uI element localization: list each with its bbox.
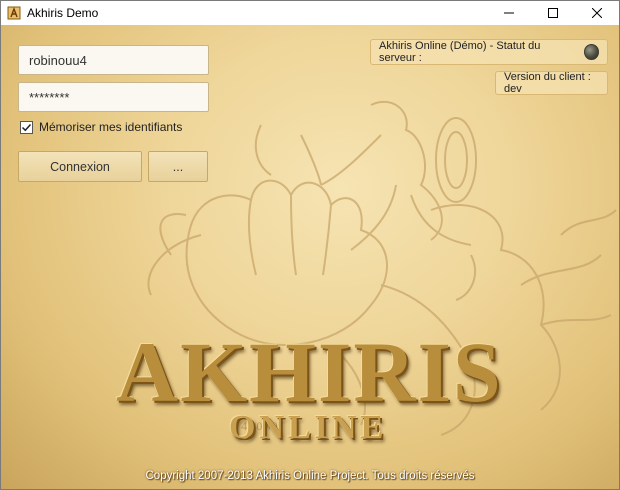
checkmark-icon [21, 123, 32, 132]
remember-label[interactable]: Mémoriser mes identifiants [39, 120, 182, 134]
more-options-button[interactable]: ... [148, 151, 208, 182]
maximize-button[interactable] [531, 1, 575, 25]
server-status-panel: Akhiris Online (Démo) - Statut du serveu… [370, 39, 608, 65]
close-icon [592, 8, 602, 18]
app-icon [7, 6, 21, 20]
username-value: robinouu4 [29, 52, 87, 68]
title-bar[interactable]: Akhiris Demo [1, 1, 619, 25]
close-button[interactable] [575, 1, 619, 25]
logo-sub: ONLINE [229, 409, 388, 446]
window-title: Akhiris Demo [27, 6, 99, 20]
password-field[interactable]: ******** [18, 82, 209, 112]
connect-button[interactable]: Connexion [18, 151, 142, 182]
minimize-button[interactable] [487, 1, 531, 25]
logo-main: AKHIRIS [116, 324, 503, 420]
username-field[interactable]: robinouu4 [18, 45, 209, 75]
client-version-label: Version du client : dev [504, 71, 591, 95]
client-version-badge: Version du client : dev [495, 71, 608, 95]
copyright-text: Copyright 2007-2013 Akhiris Online Proje… [145, 470, 475, 482]
launcher-panel: 45/09/07 AKHIRIS ONLINE robinouu4 ******… [1, 25, 619, 489]
minimize-icon [504, 12, 514, 14]
server-status-indicator-icon [583, 44, 599, 60]
server-status-label: Akhiris Online (Démo) - Statut du serveu… [379, 40, 541, 64]
app-window: Akhiris Demo 45/09/07 AKHIRIS ONLINE rob… [0, 0, 620, 490]
remember-checkbox[interactable] [20, 121, 33, 134]
password-value: ******** [29, 89, 70, 105]
maximize-icon [548, 8, 558, 18]
